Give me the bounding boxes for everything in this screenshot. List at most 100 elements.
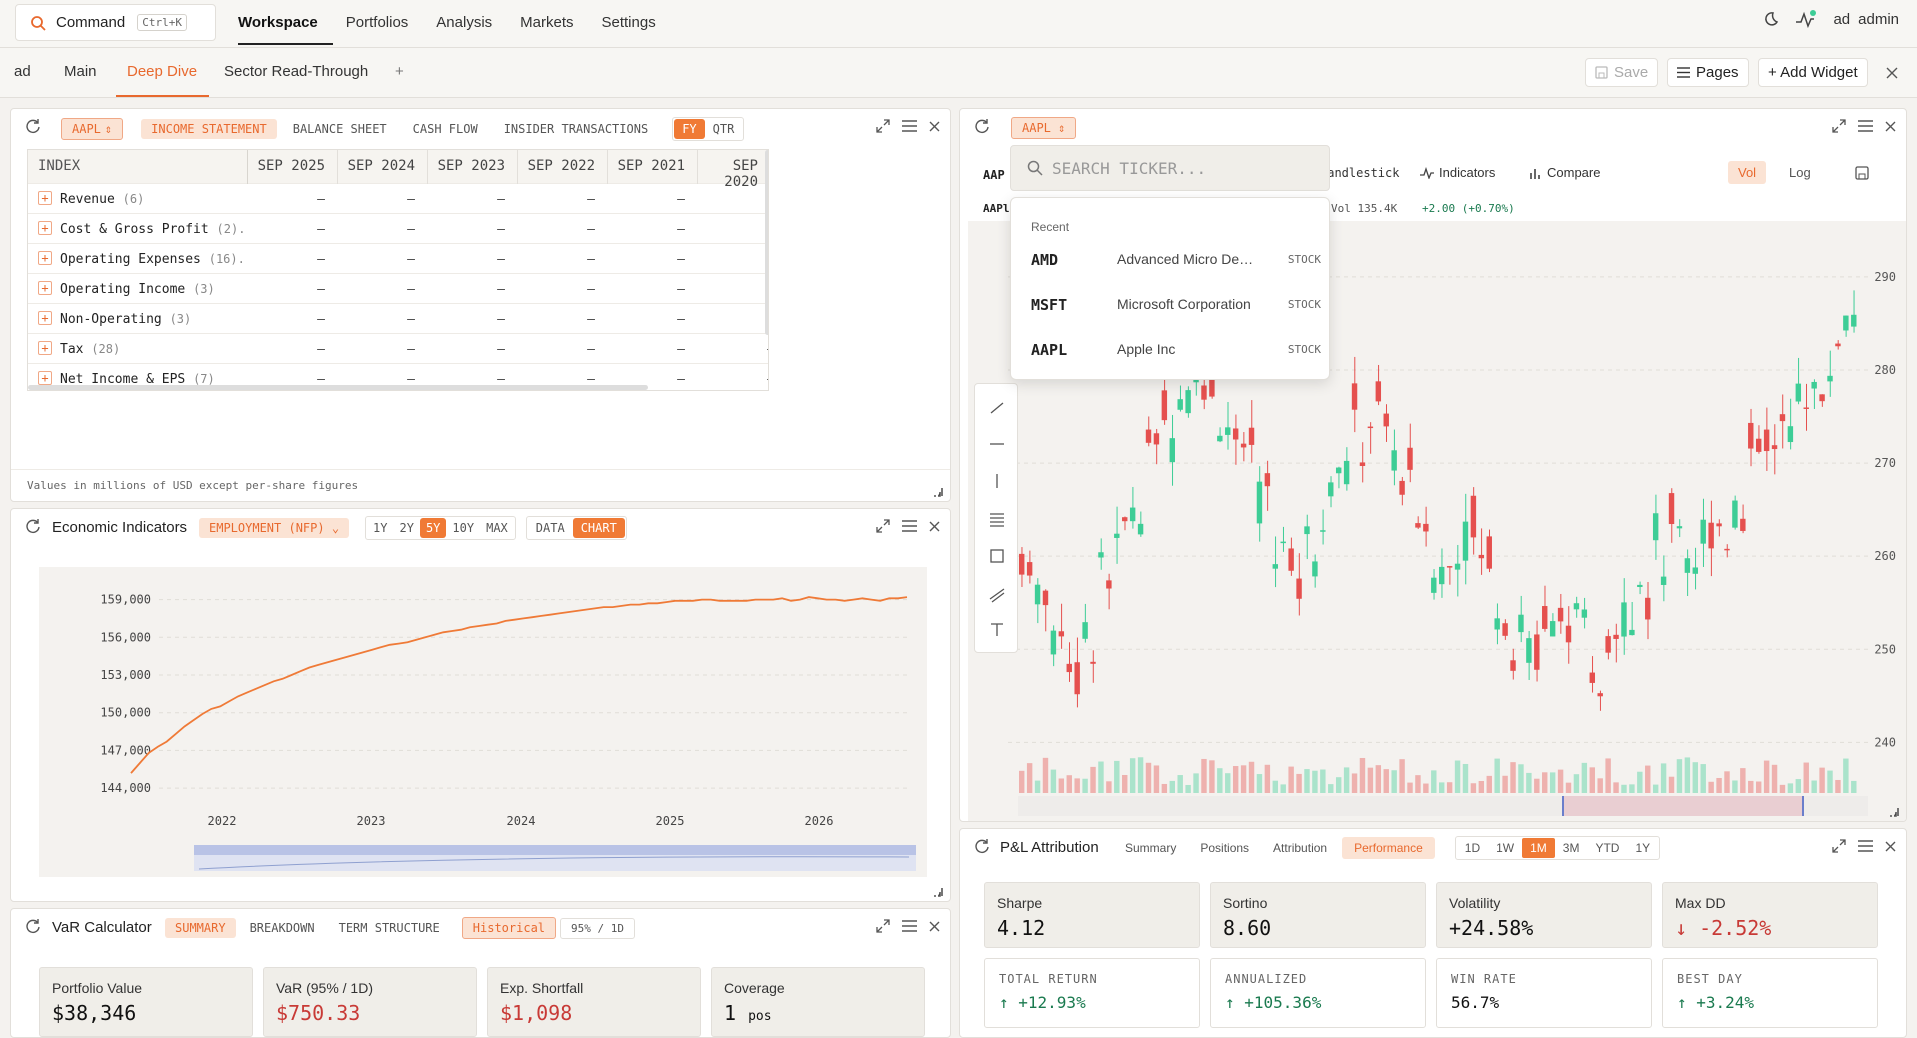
nav-settings[interactable]: Settings [602, 14, 656, 31]
indicators-button[interactable]: Indicators [1420, 165, 1495, 180]
expand-row-icon[interactable]: + [38, 281, 52, 295]
menu-icon[interactable] [902, 920, 917, 932]
range-10y[interactable]: 10Y [446, 518, 480, 538]
range-5y[interactable]: 5Y [419, 518, 447, 538]
col-sep-2023[interactable]: SEP 2023 [427, 150, 517, 184]
range-3m[interactable]: 3M [1555, 838, 1588, 858]
tab-cash-flow[interactable]: CASH FLOW [403, 119, 488, 139]
expand-icon[interactable] [876, 919, 890, 933]
horizontal-scrollbar[interactable] [28, 385, 648, 390]
tab-sector-read-through[interactable]: Sector Read-Through [224, 63, 368, 80]
tab-summary[interactable]: SUMMARY [165, 918, 236, 938]
tab-breakdown[interactable]: BREAKDOWN [240, 918, 325, 938]
refresh-icon[interactable] [974, 838, 990, 854]
indicator-selector[interactable]: EMPLOYMENT (NFP) ⌄ [199, 518, 350, 538]
tab-term-structure[interactable]: TERM STRUCTURE [329, 918, 450, 938]
table-row[interactable]: +Operating Expenses (16).–––––– [28, 244, 768, 274]
col-sep-2025[interactable]: SEP 2025 [247, 150, 337, 184]
view-data[interactable]: DATA [528, 518, 573, 538]
close-icon[interactable] [929, 121, 940, 132]
expand-icon[interactable] [876, 119, 890, 133]
brush-tool-icon[interactable] [989, 588, 1005, 603]
recent-item-aapl[interactable]: AAPL Apple Inc STOCK [1031, 335, 1321, 365]
tab-summary[interactable]: Summary [1116, 837, 1185, 859]
text-tool-icon[interactable] [991, 623, 1003, 636]
col-sep-2022[interactable]: SEP 2022 [517, 150, 607, 184]
menu-icon[interactable] [1858, 840, 1873, 852]
user-initials[interactable]: ad [1833, 11, 1850, 28]
ticker-selector[interactable]: AAPL ⇕ [61, 118, 124, 140]
expand-icon[interactable] [1832, 119, 1846, 133]
activity-icon[interactable] [1795, 10, 1817, 28]
range-1y[interactable]: 1Y [1627, 838, 1658, 858]
refresh-icon[interactable] [974, 118, 990, 134]
period-qtr[interactable]: QTR [705, 119, 743, 139]
expand-row-icon[interactable]: + [38, 371, 52, 385]
menu-icon[interactable] [902, 120, 917, 132]
close-icon[interactable] [1885, 121, 1896, 132]
command-search-button[interactable]: Command Ctrl+K [15, 4, 216, 41]
expand-icon[interactable] [1832, 839, 1846, 853]
ticker-search-input[interactable]: SEARCH TICKER... [1010, 145, 1330, 191]
add-tab-button[interactable]: + [395, 63, 404, 80]
close-icon[interactable] [1886, 67, 1898, 79]
tab-balance-sheet[interactable]: BALANCE SHEET [283, 119, 397, 139]
menu-icon[interactable] [1858, 120, 1873, 132]
table-row[interactable]: +Operating Income (3)–––––– [28, 274, 768, 304]
view-chart[interactable]: CHART [572, 518, 625, 538]
resize-handle-icon[interactable] [932, 885, 944, 897]
expand-row-icon[interactable]: + [38, 311, 52, 325]
nav-workspace[interactable]: Workspace [238, 14, 318, 31]
user-name[interactable]: admin [1858, 11, 1899, 28]
pages-button[interactable]: Pages [1667, 58, 1749, 87]
close-icon[interactable] [929, 521, 940, 532]
table-row[interactable]: +Non-Operating (3)–––––– [28, 304, 768, 334]
save-icon[interactable] [1855, 166, 1869, 180]
col-sep-2021[interactable]: SEP 2021 [607, 150, 697, 184]
close-icon[interactable] [1885, 841, 1896, 852]
compare-button[interactable]: Compare [1530, 165, 1600, 180]
range-ytd[interactable]: YTD [1587, 838, 1627, 858]
recent-item-amd[interactable]: AMD Advanced Micro Devices STOCK [1031, 245, 1321, 275]
save-button[interactable]: Save [1585, 58, 1659, 87]
expand-row-icon[interactable]: + [38, 191, 52, 205]
table-row[interactable]: +Revenue (6)–––––– [28, 184, 768, 214]
tab-ad[interactable]: ad [14, 63, 31, 80]
tab-positions[interactable]: Positions [1191, 837, 1258, 859]
nav-analysis[interactable]: Analysis [436, 14, 492, 31]
moon-icon[interactable] [1761, 10, 1779, 28]
tab-insider-transactions[interactable]: INSIDER TRANSACTIONS [494, 119, 659, 139]
close-icon[interactable] [929, 921, 940, 932]
refresh-icon[interactable] [25, 518, 41, 534]
add-widget-button[interactable]: + Add Widget [1758, 58, 1868, 87]
menu-icon[interactable] [902, 520, 917, 532]
range-2y[interactable]: 2Y [394, 518, 420, 538]
vertical-scrollbar[interactable] [765, 150, 768, 335]
range-max[interactable]: MAX [480, 518, 514, 538]
period-fy[interactable]: FY [674, 119, 705, 139]
ticker-selector[interactable]: AAPL ⇕ [1011, 117, 1077, 139]
table-row[interactable]: +Tax (28)–––––– [28, 334, 768, 364]
range-1m[interactable]: 1M [1522, 838, 1555, 858]
rectangle-tool-icon[interactable] [990, 549, 1004, 563]
refresh-icon[interactable] [25, 118, 41, 134]
log-toggle[interactable]: Log [1789, 165, 1811, 180]
tab-performance[interactable]: Performance [1342, 837, 1435, 859]
trend-line-tool-icon[interactable] [990, 402, 1004, 414]
table-row[interactable]: +Cost & Gross Profit (2).–––––– [28, 214, 768, 244]
expand-icon[interactable] [876, 519, 890, 533]
col-sep-2020[interactable]: SEP 2020 [697, 150, 768, 190]
resize-handle-icon[interactable] [1888, 805, 1900, 817]
resize-handle-icon[interactable] [932, 485, 944, 497]
col-sep-2024[interactable]: SEP 2024 [337, 150, 427, 184]
range-1y[interactable]: 1Y [367, 518, 393, 538]
tab-attribution[interactable]: Attribution [1264, 837, 1336, 859]
expand-row-icon[interactable]: + [38, 251, 52, 265]
method-selector[interactable]: Historical [461, 917, 557, 939]
expand-row-icon[interactable]: + [38, 221, 52, 235]
tab-income-statement[interactable]: INCOME STATEMENT [141, 119, 277, 139]
nav-portfolios[interactable]: Portfolios [346, 14, 409, 31]
nav-markets[interactable]: Markets [520, 14, 573, 31]
tab-deep-dive[interactable]: Deep Dive [127, 63, 197, 80]
expand-row-icon[interactable]: + [38, 341, 52, 355]
